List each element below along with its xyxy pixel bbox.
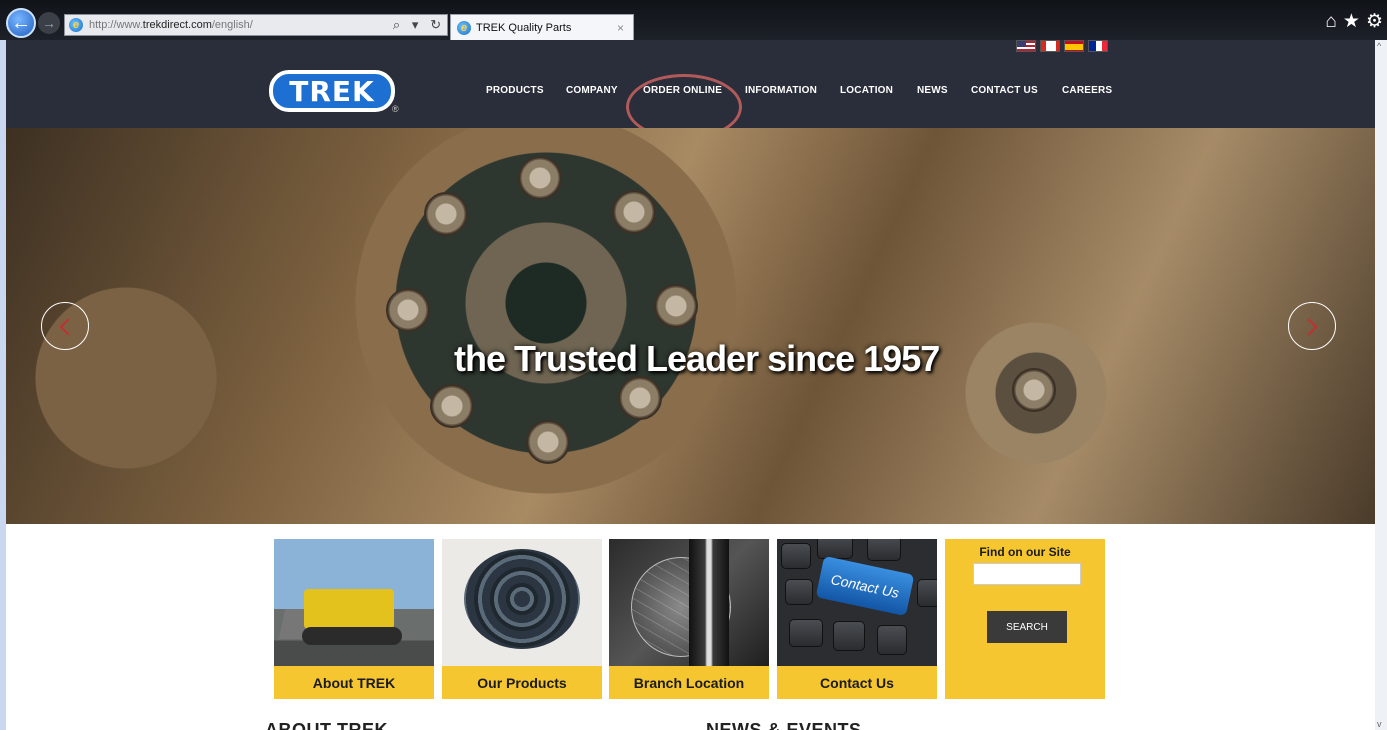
address-bar[interactable]: e http://www.trekdirect.com/english/ ⌕ ▾… [64,14,448,36]
site-search-panel: Find on our Site SEARCH [945,539,1105,699]
gear-bolt [618,376,662,420]
news-heading: NEWS & EVENTS [706,720,862,730]
scroll-up-icon[interactable]: ^ [1377,42,1385,51]
search-title: Find on our Site [979,545,1071,559]
tile-contact-us[interactable]: Contact Us Contact Us [777,539,937,699]
registered-mark: ® [392,104,399,114]
logo-text: TREK [289,74,375,108]
spain-flag-icon[interactable] [1064,40,1084,52]
search-icon[interactable]: ⌕ [393,17,400,33]
gear-bolt [430,384,474,428]
keyboard-image: Contact Us [777,539,937,666]
language-flags [1016,40,1108,52]
browser-tab[interactable]: e TREK Quality Parts × [450,14,634,40]
nav-information[interactable]: INFORMATION [745,85,817,96]
globe-businessman-image [609,539,769,666]
back-arrow-icon: ← [11,11,31,34]
hero-tagline: the Trusted Leader since 1957 [454,338,940,379]
gear-bolt [518,156,562,200]
forward-button[interactable]: → [38,12,60,34]
url-domain: trekdirect.com [142,19,212,31]
page-scrollbar[interactable]: ^ v [1375,40,1387,730]
nav-company[interactable]: COMPANY [566,85,618,96]
tab-favicon-icon: e [457,20,471,35]
tile-caption: Our Products [442,666,602,699]
address-url[interactable]: http://www.trekdirect.com/english/ [89,19,387,31]
slider-prev-button[interactable] [41,302,89,350]
nav-careers[interactable]: CAREERS [1062,85,1112,96]
slider-next-button[interactable] [1288,302,1336,350]
trek-logo[interactable]: TREK [269,70,395,112]
search-button[interactable]: SEARCH [987,611,1067,643]
home-icon[interactable]: ⌂ [1325,12,1336,32]
gear-icon[interactable]: ⚙ [1366,12,1383,32]
tile-about-trek[interactable]: About TREK [274,539,434,699]
scroll-down-icon[interactable]: v [1377,720,1385,729]
nav-products[interactable]: PRODUCTS [486,85,544,96]
gear-bolt [654,284,698,328]
refresh-icon[interactable]: ↻ [430,17,441,33]
back-button[interactable]: ← [6,8,36,38]
url-path: /english/ [211,19,253,31]
nav-contact-us[interactable]: CONTACT US [971,85,1038,96]
url-prefix: http://www. [89,19,143,31]
bulldozer-image [274,539,434,666]
us-flag-icon[interactable] [1016,40,1036,52]
hero-slider: the Trusted Leader since 1957 [6,128,1375,524]
tile-caption: Branch Location [609,666,769,699]
ie-logo-icon: e [69,18,83,32]
about-heading: ABOUT TREK [265,720,388,730]
tab-title: TREK Quality Parts [476,21,572,34]
browser-toolbar: ← → e http://www.trekdirect.com/english/… [0,0,1387,40]
dropdown-icon[interactable]: ▾ [412,17,419,33]
search-input[interactable] [973,563,1081,585]
tile-caption: About TREK [274,666,434,699]
site-header: TREK ® PRODUCTS COMPANY ORDER ONLINE INF… [6,40,1375,140]
page-viewport: TREK ® PRODUCTS COMPANY ORDER ONLINE INF… [6,40,1375,730]
tile-our-products[interactable]: Our Products [442,539,602,699]
gear-bolt [424,192,468,236]
star-icon[interactable]: ★ [1343,12,1360,32]
france-flag-icon[interactable] [1088,40,1108,52]
tile-caption: Contact Us [777,666,937,699]
track-chain-image [442,539,602,666]
canada-flag-icon[interactable] [1040,40,1060,52]
nav-news[interactable]: NEWS [917,85,948,96]
tile-branch-location[interactable]: Branch Location [609,539,769,699]
contact-us-key: Contact Us [815,555,915,617]
gear-bolt [386,288,430,332]
nav-location[interactable]: LOCATION [840,85,893,96]
forward-arrow-icon: → [42,15,56,31]
browser-window: ← → e http://www.trekdirect.com/english/… [0,0,1387,730]
gear-bolt [612,190,656,234]
tab-close-icon[interactable]: × [617,21,633,35]
machine-bolt [1012,368,1056,412]
gear-bolt [526,420,570,464]
